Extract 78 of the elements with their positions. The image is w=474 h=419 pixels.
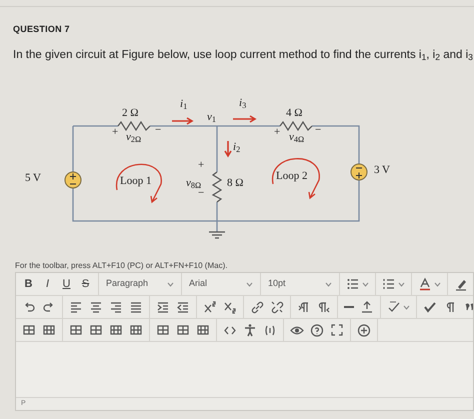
voltage-source — [64, 172, 82, 188]
table-cells-icon — [129, 322, 143, 338]
loop-arrow — [272, 158, 320, 199]
indent-icon — [156, 300, 170, 314]
table-cells-icon — [42, 322, 56, 338]
loop-label: Loop 1 — [120, 176, 152, 187]
node-label: v$_{1}$ — [207, 112, 216, 123]
question-text: In the given circuit at Figure below, use loop current method to find the currents i$_{1}$, i$_{2}$ and i$_{3}$ — [13, 48, 473, 64]
dropdown[interactable]: Arial — [185, 275, 257, 293]
upload-icon — [360, 300, 374, 314]
table-icon — [69, 322, 83, 338]
bold-button[interactable]: B — [19, 275, 38, 293]
unlink-icon — [270, 300, 284, 314]
italic-button[interactable]: I — [38, 275, 57, 293]
caret-icon — [398, 282, 405, 286]
text-color-icon — [418, 276, 432, 292]
accessibility-icon — [243, 322, 257, 338]
toolbar-hint: For the toolbar, press ALT+F10 (PC) or ALT+FN+F10 (Mac). — [14, 260, 228, 272]
resistor — [118, 120, 150, 132]
rtl-icon — [317, 300, 331, 314]
voltage-label: v$_{2Ω}$ — [126, 132, 142, 143]
align-right-icon — [109, 300, 123, 314]
polarity-sign: − — [198, 188, 204, 199]
table-icon — [22, 322, 36, 338]
current-label: i$_{3}$ — [239, 98, 246, 109]
fullscreen-icon — [330, 322, 344, 338]
ground-symbol — [208, 231, 226, 239]
ltr-icon — [297, 300, 311, 314]
resistor — [280, 120, 312, 132]
current-arrow — [171, 117, 194, 125]
superscript-icon — [203, 300, 217, 314]
caret-icon — [434, 282, 441, 286]
polarity-sign: − — [155, 125, 162, 136]
strike-button[interactable]: S — [76, 275, 95, 293]
current-label: i$_{2}$ — [233, 142, 240, 153]
loop-arrow — [116, 164, 162, 203]
caret-icon — [362, 282, 369, 286]
component-value: 8 Ω — [227, 178, 244, 189]
numbered-list-icon — [382, 276, 396, 292]
voltage-source — [350, 164, 368, 180]
loop-label: Loop 2 — [276, 171, 308, 182]
component-value: 5 V — [25, 173, 41, 184]
current-arrow — [232, 115, 257, 123]
table-icon — [156, 322, 170, 338]
underline-button[interactable]: U — [57, 275, 76, 293]
voltage-label: v$_{4Ω}$ — [289, 132, 304, 143]
justify-icon — [129, 300, 143, 314]
link-icon — [250, 300, 264, 314]
polarity-sign: + — [198, 160, 204, 171]
add-icon — [357, 322, 371, 338]
caret-icon — [403, 304, 410, 310]
component-value: 3 V — [374, 165, 390, 176]
polarity-sign: + — [112, 127, 118, 138]
align-center-icon — [89, 300, 103, 314]
bullet-list-icon — [346, 276, 360, 292]
component-value: 4 Ω — [286, 108, 302, 119]
table-cells-icon — [109, 322, 123, 338]
question-number: QUESTION 7 — [13, 23, 70, 36]
dropdown[interactable]: Paragraph — [102, 275, 178, 293]
resistor — [212, 172, 222, 202]
check-icon — [423, 300, 437, 314]
polarity-sign: − — [315, 125, 322, 136]
table-icon — [89, 322, 103, 338]
spellcheck-icon — [387, 300, 401, 314]
table-icon — [176, 322, 190, 338]
voltage-label: v$_{8Ω}$ — [186, 178, 202, 189]
dropdown[interactable]: 10pt — [264, 275, 336, 293]
caret-icon — [167, 282, 174, 286]
component-value: 2 Ω — [122, 108, 138, 119]
caret-icon — [246, 282, 253, 286]
table-cells-icon — [196, 322, 210, 338]
polarity-sign: + — [274, 127, 280, 138]
align-left-icon — [69, 300, 83, 314]
current-label: i$_{1}$ — [180, 99, 188, 110]
current-arrow — [224, 140, 232, 158]
outdent-icon — [176, 300, 190, 314]
caret-icon — [325, 282, 332, 286]
help-icon — [310, 322, 324, 338]
